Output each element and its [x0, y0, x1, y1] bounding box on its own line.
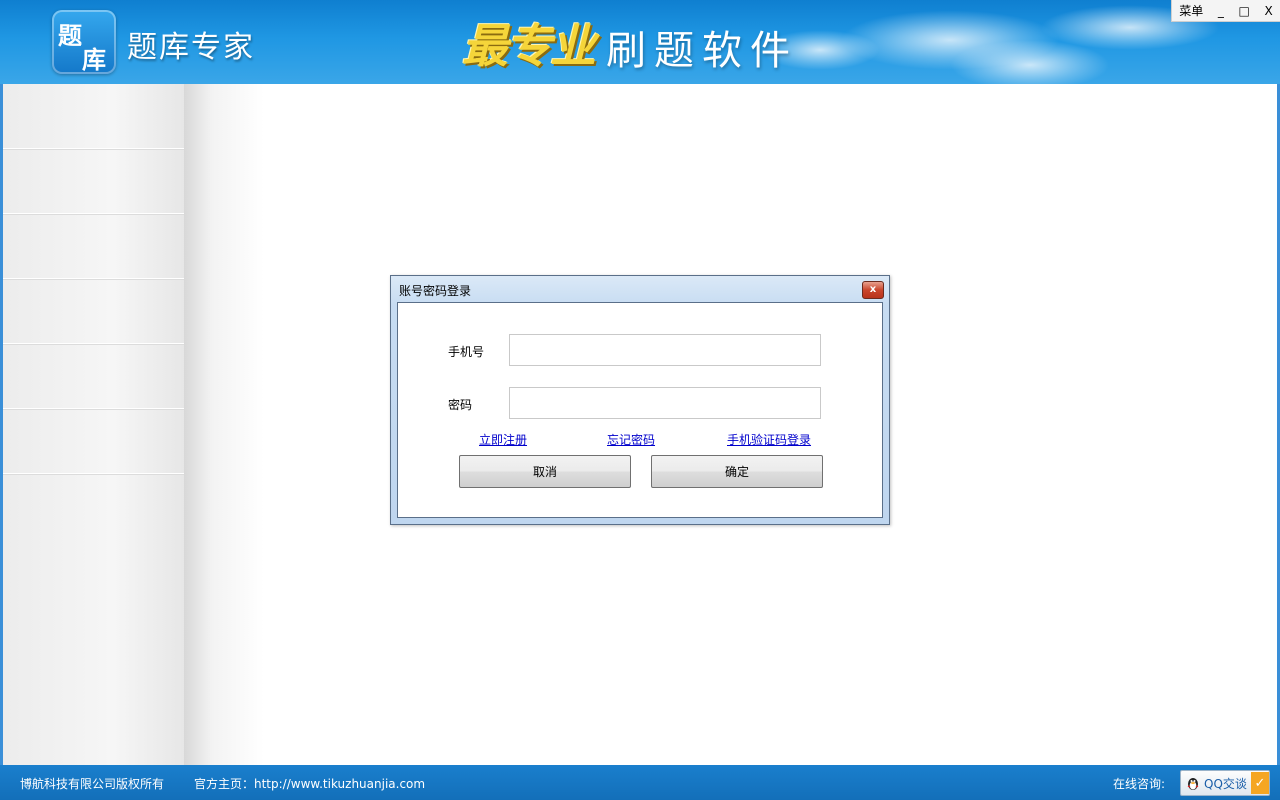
- register-link[interactable]: 立即注册: [479, 431, 527, 448]
- sidebar-tab[interactable]: [3, 149, 187, 214]
- phone-input[interactable]: [509, 334, 821, 366]
- sidebar-tab[interactable]: [3, 279, 187, 344]
- sidebar: [0, 84, 187, 765]
- sms-login-link[interactable]: 手机验证码登录: [727, 431, 811, 448]
- homepage-text: 官方主页：http://www.tikuzhuanjia.com: [194, 777, 426, 791]
- qq-penguin-icon: [1187, 778, 1199, 790]
- qq-chat-button[interactable]: QQ交谈 ✓: [1180, 770, 1270, 796]
- sidebar-tab[interactable]: [3, 409, 187, 474]
- password-label: 密码: [448, 398, 473, 412]
- forgot-password-link[interactable]: 忘记密码: [607, 431, 655, 448]
- dialog-close-button[interactable]: x: [862, 281, 884, 299]
- login-dialog: 账号密码登录 x 手机号 密码 立即注册 忘记密码 手机验证码登录 取消 确定: [390, 275, 890, 525]
- menu-button[interactable]: 菜单: [1176, 2, 1206, 19]
- sidebar-tab[interactable]: [3, 214, 187, 279]
- status-footer: 博航科技有限公司版权所有 官方主页：http://www.tikuzhuanji…: [0, 765, 1280, 800]
- slogan-sub: 刷题软件: [606, 28, 798, 74]
- sidebar-shadow: [184, 84, 264, 765]
- app-name: 题库专家: [127, 30, 255, 65]
- app-header: 题 库 题库专家 最专业 刷题软件 菜单 _ □ X: [0, 0, 1280, 84]
- logo-char-2: 库: [82, 46, 106, 74]
- confirm-button[interactable]: 确定: [651, 455, 823, 488]
- close-window-button[interactable]: X: [1261, 4, 1275, 18]
- window-controls: 菜单 _ □ X: [1171, 0, 1280, 22]
- consult-label: 在线咨询:: [1113, 777, 1166, 791]
- maximize-button[interactable]: □: [1236, 4, 1253, 18]
- cancel-button[interactable]: 取消: [459, 455, 631, 488]
- sidebar-tab[interactable]: [3, 84, 187, 149]
- slogan-main: 最专业: [462, 19, 596, 73]
- phone-label: 手机号: [448, 345, 485, 359]
- dialog-body: 手机号 密码 立即注册 忘记密码 手机验证码登录 取消 确定: [397, 302, 883, 518]
- sidebar-tab[interactable]: [3, 344, 187, 409]
- app-logo-icon: 题 库: [52, 10, 116, 74]
- dialog-title: 账号密码登录: [399, 284, 472, 298]
- check-icon: ✓: [1251, 772, 1269, 794]
- copyright-text: 博航科技有限公司版权所有: [20, 777, 165, 791]
- qq-chat-label: QQ交谈: [1204, 776, 1247, 791]
- password-input[interactable]: [509, 387, 821, 419]
- logo-char-1: 题: [58, 22, 82, 50]
- minimize-button[interactable]: _: [1215, 4, 1227, 18]
